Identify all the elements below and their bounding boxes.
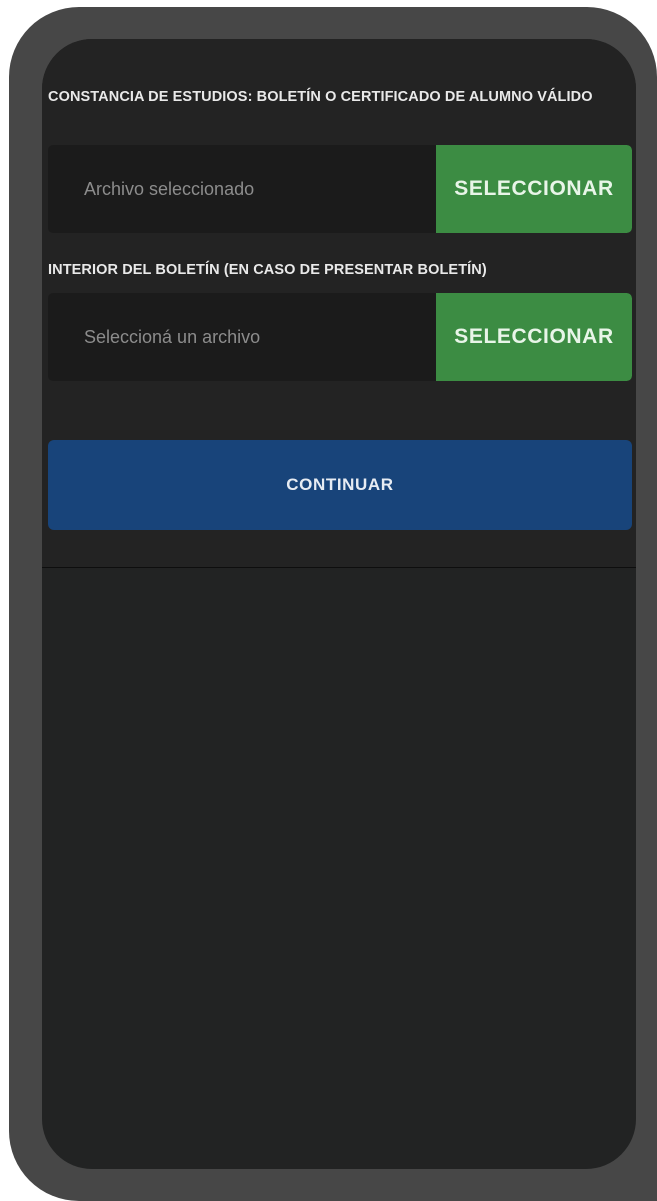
file-name-placeholder[interactable]: Seleccioná un archivo [48,293,434,381]
file-name-display[interactable]: Archivo seleccionado [48,145,434,233]
app-screen: CONSTANCIA DE ESTUDIOS: BOLETÍN O CERTIF… [42,39,636,1169]
field-label-constancia: CONSTANCIA DE ESTUDIOS: BOLETÍN O CERTIF… [48,89,593,105]
file-picker-constancia: Archivo seleccionado SELECCIONAR [48,145,632,233]
continue-button[interactable]: CONTINUAR [48,440,632,530]
file-picker-interior-boletin: Seleccioná un archivo SELECCIONAR [48,293,632,381]
phone-frame: CONSTANCIA DE ESTUDIOS: BOLETÍN O CERTIF… [9,7,657,1201]
field-label-interior-boletin: INTERIOR DEL BOLETÍN (EN CASO DE PRESENT… [48,262,487,278]
select-file-button[interactable]: SELECCIONAR [436,293,632,381]
section-divider [42,567,636,568]
select-file-button[interactable]: SELECCIONAR [436,145,632,233]
upload-form: CONSTANCIA DE ESTUDIOS: BOLETÍN O CERTIF… [42,39,636,568]
